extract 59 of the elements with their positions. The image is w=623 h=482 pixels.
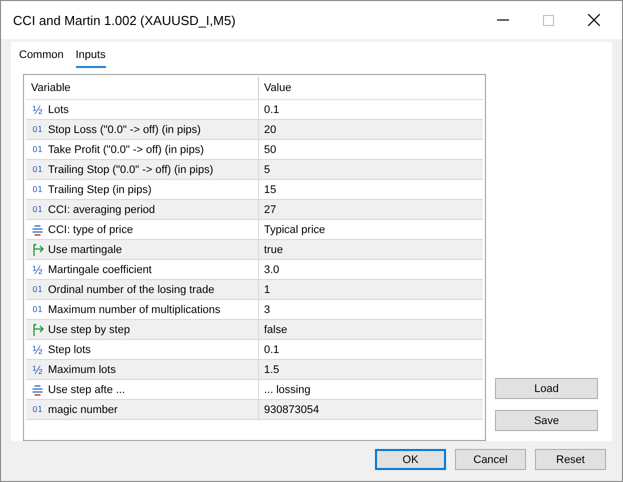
variable-name: Martingale coefficient bbox=[48, 264, 152, 276]
variable-value[interactable]: ... lossing bbox=[264, 384, 310, 396]
variable-name: Step lots bbox=[48, 344, 91, 356]
side-button[interactable]: Load bbox=[495, 378, 598, 399]
column-header[interactable]: Variable bbox=[26, 77, 259, 99]
variable-value[interactable]: false bbox=[264, 324, 288, 336]
variable-name: Use martingale bbox=[48, 244, 122, 256]
integer-icon: 01 bbox=[31, 305, 44, 314]
side-button[interactable]: Save bbox=[495, 410, 598, 431]
variable-name: CCI: averaging period bbox=[48, 204, 156, 216]
integer-icon: 01 bbox=[31, 205, 44, 214]
variable-value[interactable]: 930873054 bbox=[264, 404, 320, 416]
variable-value[interactable]: 3 bbox=[264, 304, 270, 316]
variable-name: Stop Loss ("0.0" -> off) (in pips) bbox=[48, 124, 201, 136]
variable-name: CCI: type of price bbox=[48, 224, 133, 236]
variable-value[interactable]: 27 bbox=[264, 204, 276, 216]
branch-arrow-icon bbox=[31, 323, 44, 336]
tab[interactable]: Common bbox=[19, 46, 64, 68]
variable-name: Take Profit ("0.0" -> off) (in pips) bbox=[48, 144, 204, 156]
variable-name: Maximum lots bbox=[48, 364, 116, 376]
fraction-icon: ½ bbox=[31, 342, 44, 356]
integer-icon: 01 bbox=[31, 185, 44, 194]
integer-icon: 01 bbox=[31, 165, 44, 174]
integer-icon: 01 bbox=[31, 145, 44, 154]
branch-arrow-icon bbox=[31, 243, 44, 256]
variable-name: Maximum number of multiplications bbox=[48, 304, 220, 316]
column-header[interactable]: Value bbox=[259, 77, 292, 99]
tab[interactable]: Inputs bbox=[76, 46, 106, 68]
list-icon bbox=[31, 224, 44, 236]
window-title: CCI and Martin 1.002 (XAUUSD_I,M5) bbox=[13, 12, 236, 28]
variable-value[interactable]: 1.5 bbox=[264, 364, 280, 376]
list-icon bbox=[31, 384, 44, 396]
integer-icon: 01 bbox=[31, 285, 44, 294]
variable-name: magic number bbox=[48, 404, 118, 416]
integer-icon: 01 bbox=[31, 405, 44, 414]
variable-value[interactable]: 15 bbox=[264, 184, 276, 196]
variable-value[interactable]: 5 bbox=[264, 164, 270, 176]
variable-value[interactable]: 50 bbox=[264, 144, 276, 156]
close-icon[interactable] bbox=[588, 14, 600, 26]
variable-name: Ordinal number of the losing trade bbox=[48, 284, 214, 296]
variable-value[interactable]: 0.1 bbox=[264, 104, 280, 116]
variable-name: Use step afte ... bbox=[48, 384, 126, 396]
dialog-button[interactable]: Cancel bbox=[455, 449, 526, 470]
variable-value[interactable]: 1 bbox=[264, 284, 270, 296]
variable-value[interactable]: 0.1 bbox=[264, 344, 280, 356]
variable-value[interactable]: Typical price bbox=[264, 224, 326, 236]
dialog-button[interactable]: Reset bbox=[535, 449, 606, 470]
dialog-button[interactable]: OK bbox=[375, 449, 446, 470]
variable-name: Use step by step bbox=[48, 324, 130, 336]
fraction-icon: ½ bbox=[31, 102, 44, 116]
variable-name: Lots bbox=[48, 104, 69, 116]
variable-name: Trailing Step (in pips) bbox=[48, 184, 152, 196]
fraction-icon: ½ bbox=[31, 262, 44, 276]
variable-value[interactable]: true bbox=[264, 244, 283, 256]
variable-name: Trailing Stop ("0.0" -> off) (in pips) bbox=[48, 164, 214, 176]
variable-value[interactable]: 20 bbox=[264, 124, 276, 136]
integer-icon: 01 bbox=[31, 125, 44, 134]
variable-value[interactable]: 3.0 bbox=[264, 264, 280, 276]
fraction-icon: ½ bbox=[31, 362, 44, 376]
